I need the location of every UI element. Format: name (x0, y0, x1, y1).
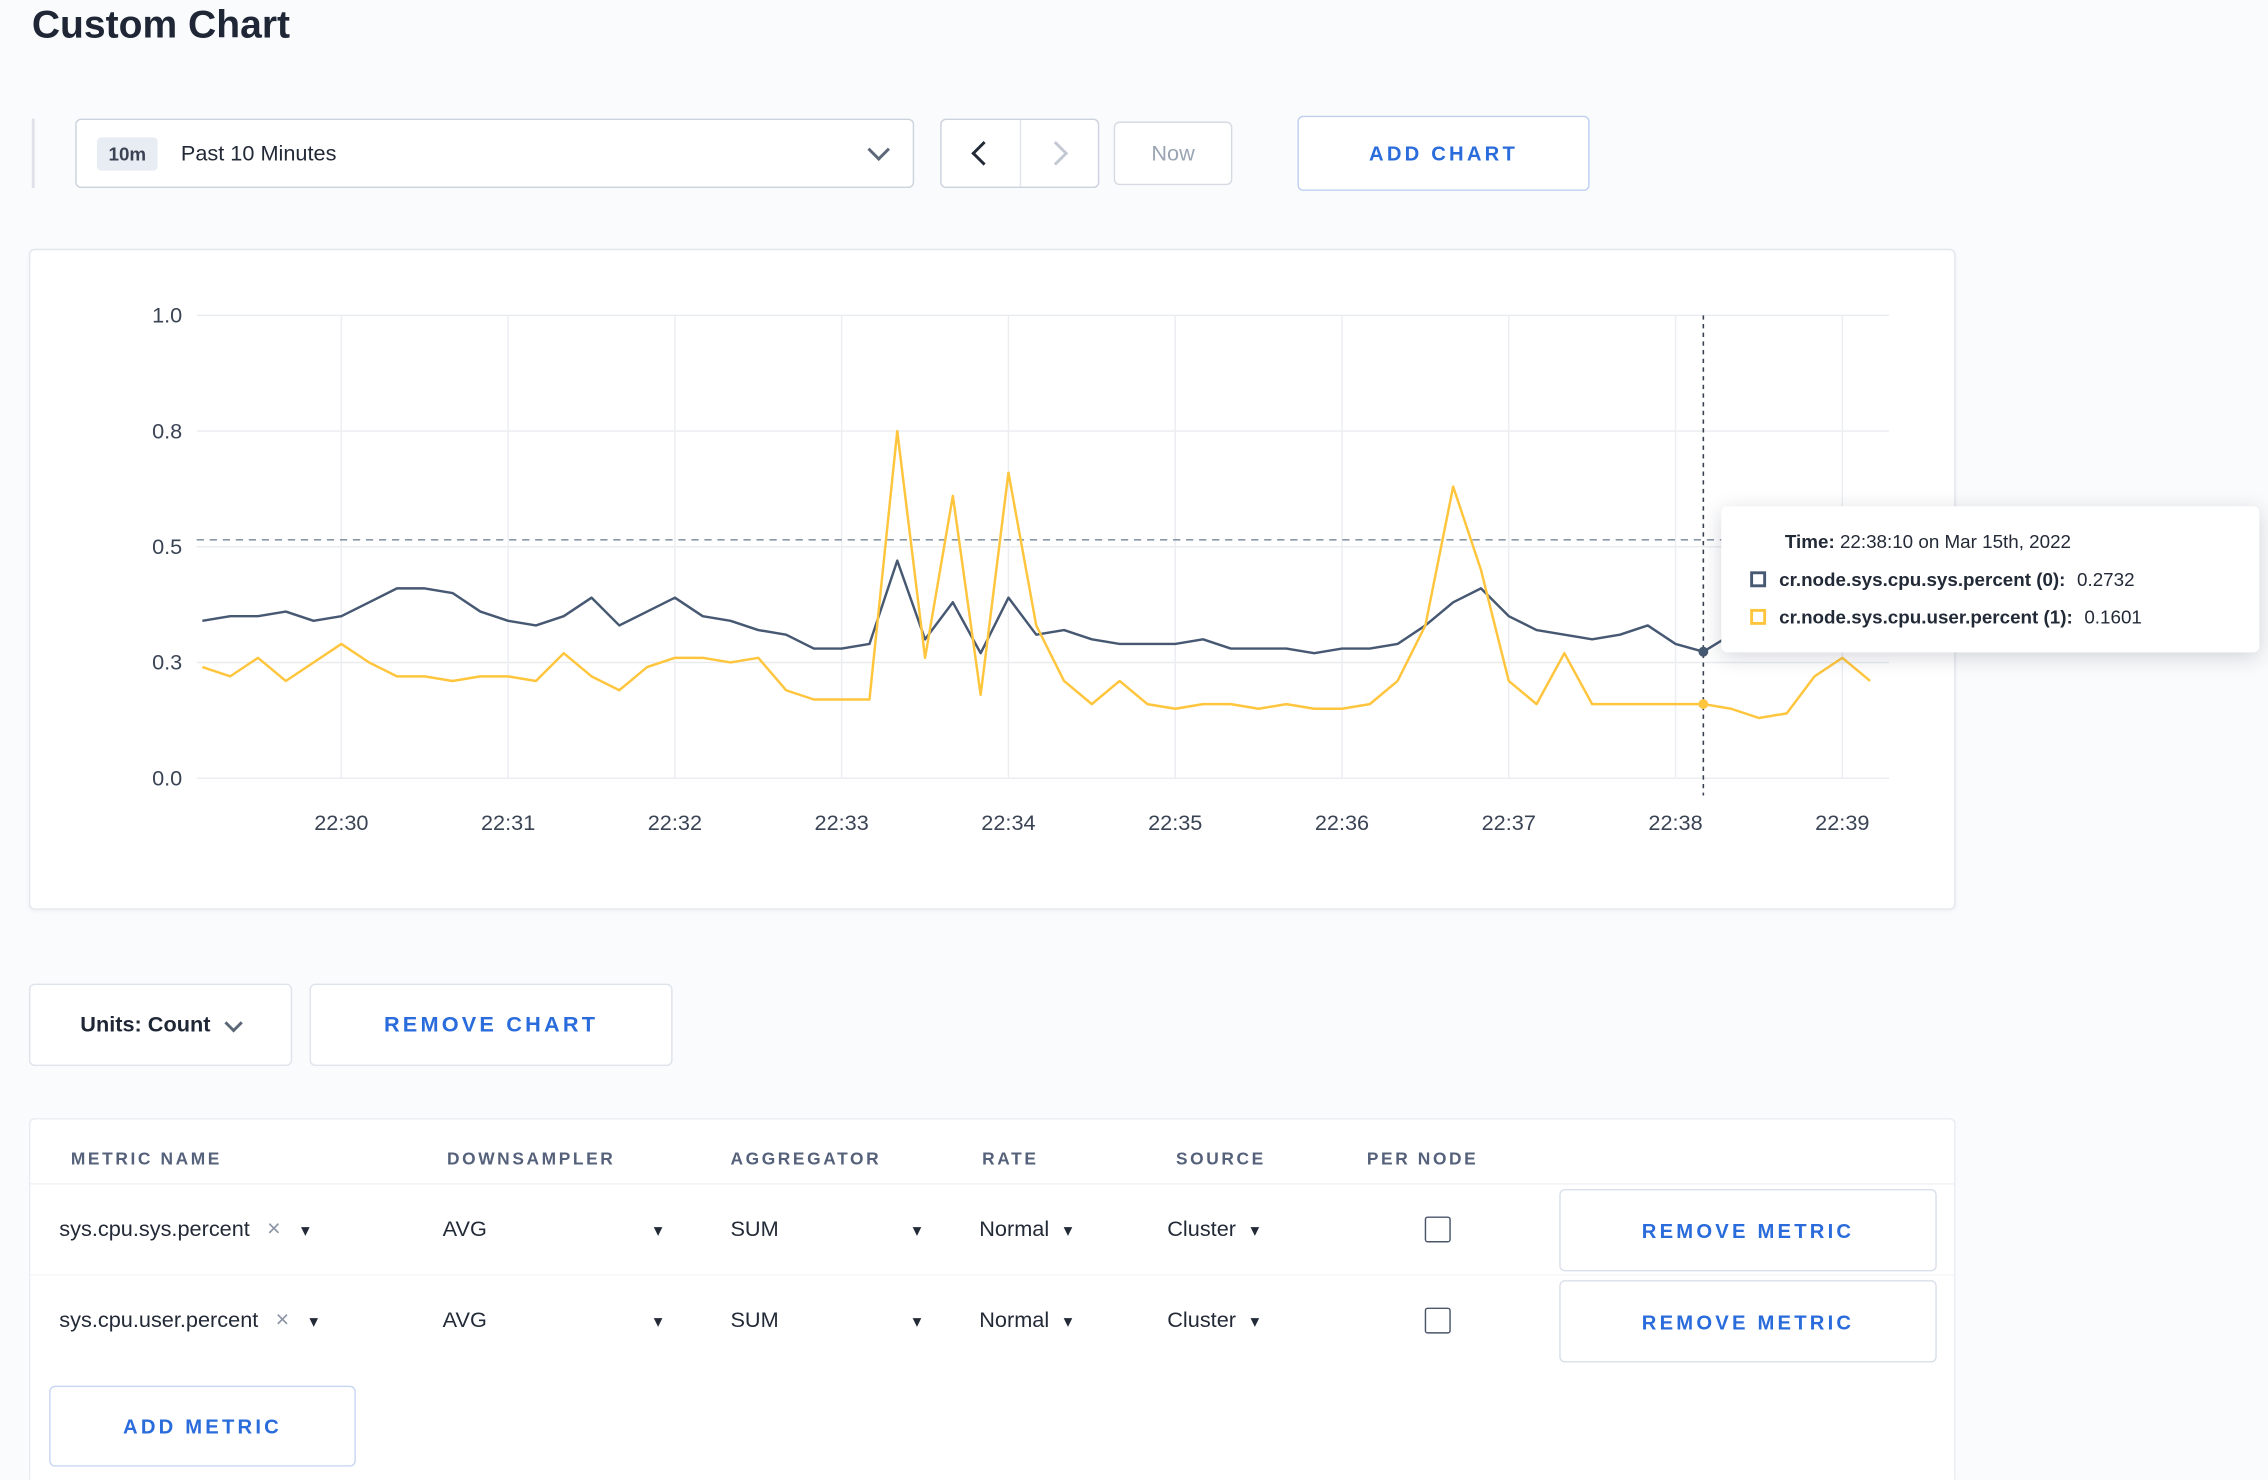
units-label: Units: Count (80, 1012, 211, 1038)
rate-select[interactable]: Normal (979, 1308, 1072, 1333)
aggregator-select[interactable]: SUM (730, 1308, 921, 1333)
svg-text:22:32: 22:32 (648, 810, 702, 835)
svg-text:22:30: 22:30 (314, 810, 368, 835)
tooltip-series-label: cr.node.sys.cpu.user.percent (1): (1779, 606, 2073, 628)
remove-metric-button[interactable]: REMOVE METRIC (1559, 1188, 1937, 1272)
header-rate: RATE (982, 1148, 1039, 1169)
downsampler-select[interactable]: AVG (443, 1217, 663, 1242)
dropdown-caret-icon (1064, 1312, 1073, 1329)
clear-metric-icon[interactable] (267, 1218, 281, 1241)
source-value: Cluster (1167, 1217, 1236, 1242)
source-select[interactable]: Cluster (1167, 1308, 1259, 1333)
metric-name-select[interactable]: sys.cpu.user.percent (59, 1308, 318, 1333)
downsampler-value: AVG (442, 1217, 487, 1242)
chevron-left-icon (970, 141, 996, 166)
metrics-table: METRIC NAME DOWNSAMPLER AGGREGATOR RATE … (28, 1118, 1956, 1480)
dropdown-caret-icon (913, 1312, 922, 1329)
svg-text:0.8: 0.8 (152, 418, 182, 443)
series-sys-swatch-icon (1750, 571, 1767, 588)
rate-value: Normal (979, 1217, 1050, 1242)
remove-metric-button[interactable]: REMOVE METRIC (1559, 1280, 1937, 1363)
header-source: SOURCE (1175, 1148, 1266, 1169)
svg-text:22:34: 22:34 (981, 810, 1035, 835)
clear-metric-icon[interactable] (276, 1309, 290, 1332)
dropdown-caret-icon (1064, 1221, 1073, 1238)
per-node-checkbox[interactable] (1424, 1216, 1451, 1243)
svg-text:0.3: 0.3 (152, 650, 182, 675)
tooltip-series-value: 0.1601 (2084, 606, 2142, 628)
svg-text:0.0: 0.0 (152, 765, 182, 790)
time-pager (940, 118, 1100, 189)
tooltip-time-value: 22:38:10 on Mar 15th, 2022 (1839, 530, 2071, 553)
header-metric-name: METRIC NAME (70, 1148, 222, 1169)
aggregator-value: SUM (730, 1308, 779, 1333)
svg-text:22:36: 22:36 (1315, 810, 1369, 835)
dropdown-caret-icon (309, 1312, 318, 1329)
dropdown-caret-icon (1250, 1221, 1259, 1238)
svg-text:0.5: 0.5 (152, 534, 182, 559)
toolbar-divider (31, 118, 35, 189)
chevron-right-icon (1043, 141, 1069, 166)
dropdown-caret-icon (301, 1221, 310, 1238)
svg-text:22:33: 22:33 (815, 810, 869, 835)
time-window-label: Past 10 Minutes (180, 141, 337, 166)
tooltip-series-row: cr.node.sys.cpu.user.percent (1): 0.1601 (1750, 606, 2230, 628)
next-time-button[interactable] (1020, 120, 1097, 187)
header-downsampler: DOWNSAMPLER (446, 1148, 616, 1169)
chart-panel: 0.0 0.3 0.5 0.8 1.0 22:30 22:31 22:32 22:33 22:34… (28, 248, 1956, 910)
custom-chart-page: Custom Chart 10m Past 10 Minutes Now ADD… (0, 0, 2268, 1480)
now-button[interactable]: Now (1113, 121, 1233, 186)
metrics-table-header: METRIC NAME DOWNSAMPLER AGGREGATOR RATE … (30, 1120, 1955, 1185)
header-aggregator: AGGREGATOR (730, 1148, 882, 1169)
svg-text:22:38: 22:38 (1648, 810, 1702, 835)
metric-name-label: sys.cpu.user.percent (59, 1308, 259, 1333)
tooltip-time: Time: 22:38:10 on Mar 15th, 2022 (1750, 531, 2230, 553)
line-chart[interactable]: 0.0 0.3 0.5 0.8 1.0 22:30 22:31 22:32 22:33 22:34… (30, 250, 1954, 908)
header-per-node: PER NODE (1366, 1148, 1479, 1169)
dropdown-caret-icon (654, 1221, 663, 1238)
remove-chart-button[interactable]: REMOVE CHART (309, 983, 673, 1067)
metric-name-select[interactable]: sys.cpu.sys.percent (59, 1217, 309, 1242)
tooltip-series-label: cr.node.sys.cpu.sys.percent (0): (1779, 568, 2066, 591)
table-row: sys.cpu.sys.percent AVG SUM Normal Clust… (30, 1185, 1955, 1276)
prev-time-button[interactable] (942, 120, 1021, 187)
tooltip-series-value: 0.2732 (2077, 568, 2135, 591)
tooltip-series-row: cr.node.sys.cpu.sys.percent (0): 0.2732 (1750, 568, 2230, 590)
tooltip-time-label: Time: (1784, 530, 1835, 553)
page-title: Custom Chart (31, 2, 291, 47)
svg-text:1.0: 1.0 (152, 303, 182, 328)
dropdown-caret-icon (1250, 1312, 1259, 1329)
source-value: Cluster (1167, 1308, 1236, 1333)
table-row: sys.cpu.user.percent AVG SUM Normal Clus… (30, 1276, 1954, 1366)
aggregator-value: SUM (730, 1217, 779, 1242)
svg-text:22:39: 22:39 (1815, 810, 1869, 835)
svg-text:22:35: 22:35 (1148, 810, 1202, 835)
dropdown-caret-icon (913, 1221, 922, 1238)
add-chart-button[interactable]: ADD CHART (1297, 115, 1590, 191)
per-node-checkbox[interactable] (1424, 1307, 1451, 1334)
time-window-select[interactable]: 10m Past 10 Minutes (75, 118, 915, 189)
add-metric-button[interactable]: ADD METRIC (49, 1385, 356, 1467)
rate-select[interactable]: Normal (979, 1217, 1072, 1242)
dropdown-caret-icon (654, 1312, 663, 1329)
chart-tooltip: Time: 22:38:10 on Mar 15th, 2022 cr.node… (1721, 506, 2260, 653)
series-user-swatch-icon (1750, 608, 1767, 625)
chevron-down-icon (867, 138, 890, 161)
chevron-down-icon (225, 1013, 244, 1032)
rate-value: Normal (979, 1308, 1050, 1333)
svg-text:22:37: 22:37 (1482, 810, 1536, 835)
aggregator-select[interactable]: SUM (730, 1217, 921, 1242)
downsampler-select[interactable]: AVG (443, 1308, 663, 1333)
time-window-badge: 10m (96, 136, 158, 170)
svg-text:22:31: 22:31 (481, 810, 535, 835)
units-select[interactable]: Units: Count (28, 983, 293, 1067)
downsampler-value: AVG (442, 1308, 487, 1333)
metric-name-label: sys.cpu.sys.percent (59, 1217, 250, 1242)
source-select[interactable]: Cluster (1167, 1217, 1259, 1242)
